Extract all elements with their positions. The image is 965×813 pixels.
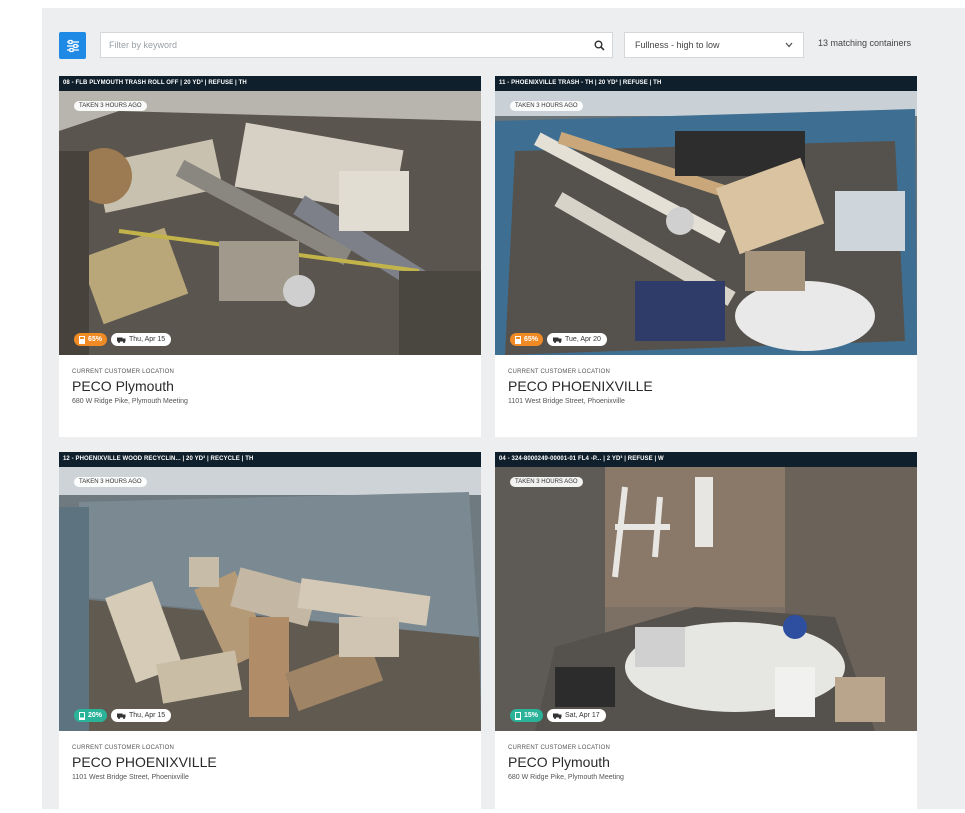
- fullness-badge: 15%: [510, 709, 544, 722]
- fullness-value: 65%: [524, 336, 539, 343]
- container-photo[interactable]: TAKEN 3 HOURS AGO 15% Sat, Apr 17: [495, 467, 917, 731]
- fullness-badge: 65%: [510, 333, 544, 346]
- taken-time-tag: TAKEN 3 HOURS AGO: [74, 101, 147, 111]
- location-label: CURRENT CUSTOMER LOCATION: [72, 745, 175, 751]
- location-address: 1101 West Bridge Street, Phoenixville: [508, 398, 625, 405]
- pickup-date: Tue, Apr 20: [565, 336, 601, 343]
- fullness-badge: 20%: [74, 709, 108, 722]
- search-input[interactable]: [101, 33, 586, 57]
- card-info: CURRENT CUSTOMER LOCATION PECO Plymouth …: [495, 731, 917, 813]
- pickup-date-badge: Sat, Apr 17: [547, 709, 606, 722]
- container-icon: [79, 711, 85, 720]
- fullness-badge: 65%: [74, 333, 108, 346]
- location-name: PECO PHOENIXVILLE: [72, 754, 217, 770]
- container-photo[interactable]: TAKEN 3 HOURS AGO 20% Thu, Apr 15: [59, 467, 481, 731]
- truck-icon: [553, 713, 562, 719]
- sort-select[interactable]: Fullness - high to low: [624, 32, 804, 58]
- card-header: 11 - PHOENIXVILLE TRASH - TH | 20 YD³ | …: [495, 76, 917, 91]
- pickup-date-badge: Thu, Apr 15: [111, 333, 172, 346]
- fullness-value: 15%: [524, 712, 539, 719]
- search-icon[interactable]: [586, 33, 612, 57]
- filter-settings-button[interactable]: [59, 32, 86, 59]
- container-icon: [515, 711, 521, 720]
- sliders-icon: [66, 39, 79, 52]
- pickup-date-badge: Tue, Apr 20: [547, 333, 607, 346]
- taken-time-tag: TAKEN 3 HOURS AGO: [510, 101, 583, 111]
- container-card[interactable]: 11 - PHOENIXVILLE TRASH - TH | 20 YD³ | …: [495, 76, 917, 437]
- location-name: PECO PHOENIXVILLE: [508, 378, 653, 394]
- truck-icon: [117, 337, 126, 343]
- container-photo-image: [495, 91, 917, 355]
- container-photo-image: [59, 91, 481, 355]
- truck-icon: [117, 713, 126, 719]
- container-photo-image: [495, 467, 917, 731]
- container-icon: [79, 335, 85, 344]
- card-info: CURRENT CUSTOMER LOCATION PECO PHOENIXVI…: [495, 355, 917, 437]
- pickup-date: Thu, Apr 15: [129, 712, 166, 719]
- card-info: CURRENT CUSTOMER LOCATION PECO PHOENIXVI…: [59, 731, 481, 813]
- card-header: 08 - FLB PLYMOUTH TRASH ROLL OFF | 20 YD…: [59, 76, 481, 91]
- pickup-date: Sat, Apr 17: [565, 712, 600, 719]
- match-count: 13 matching containers: [818, 38, 912, 48]
- fullness-value: 65%: [88, 336, 103, 343]
- container-photo[interactable]: TAKEN 3 HOURS AGO 65% Thu, Apr 15: [59, 91, 481, 355]
- pickup-date: Thu, Apr 15: [129, 336, 166, 343]
- container-photo-image: [59, 467, 481, 731]
- chevron-down-icon: [785, 42, 793, 48]
- pickup-date-badge: Thu, Apr 15: [111, 709, 172, 722]
- card-info: CURRENT CUSTOMER LOCATION PECO Plymouth …: [59, 355, 481, 437]
- container-card[interactable]: 04 - 324-8000249-00001-01 FL4 -P... | 2 …: [495, 452, 917, 813]
- card-header: 12 - PHOENIXVILLE WOOD RECYCLIN... | 20 …: [59, 452, 481, 467]
- location-name: PECO Plymouth: [508, 754, 610, 770]
- location-address: 680 W Ridge Pike, Plymouth Meeting: [508, 774, 624, 781]
- search-box: [100, 32, 613, 58]
- location-address: 1101 West Bridge Street, Phoenixville: [72, 774, 189, 781]
- container-card[interactable]: 12 - PHOENIXVILLE WOOD RECYCLIN... | 20 …: [59, 452, 481, 813]
- location-label: CURRENT CUSTOMER LOCATION: [72, 369, 175, 375]
- location-label: CURRENT CUSTOMER LOCATION: [508, 369, 611, 375]
- card-header: 04 - 324-8000249-00001-01 FL4 -P... | 2 …: [495, 452, 917, 467]
- taken-time-tag: TAKEN 3 HOURS AGO: [510, 477, 583, 487]
- container-photo[interactable]: TAKEN 3 HOURS AGO 65% Tue, Apr 20: [495, 91, 917, 355]
- container-icon: [515, 335, 521, 344]
- location-label: CURRENT CUSTOMER LOCATION: [508, 745, 611, 751]
- location-address: 680 W Ridge Pike, Plymouth Meeting: [72, 398, 188, 405]
- taken-time-tag: TAKEN 3 HOURS AGO: [74, 477, 147, 487]
- container-card[interactable]: 08 - FLB PLYMOUTH TRASH ROLL OFF | 20 YD…: [59, 76, 481, 437]
- truck-icon: [553, 337, 562, 343]
- sort-select-value: Fullness - high to low: [635, 40, 720, 50]
- fullness-value: 20%: [88, 712, 103, 719]
- location-name: PECO Plymouth: [72, 378, 174, 394]
